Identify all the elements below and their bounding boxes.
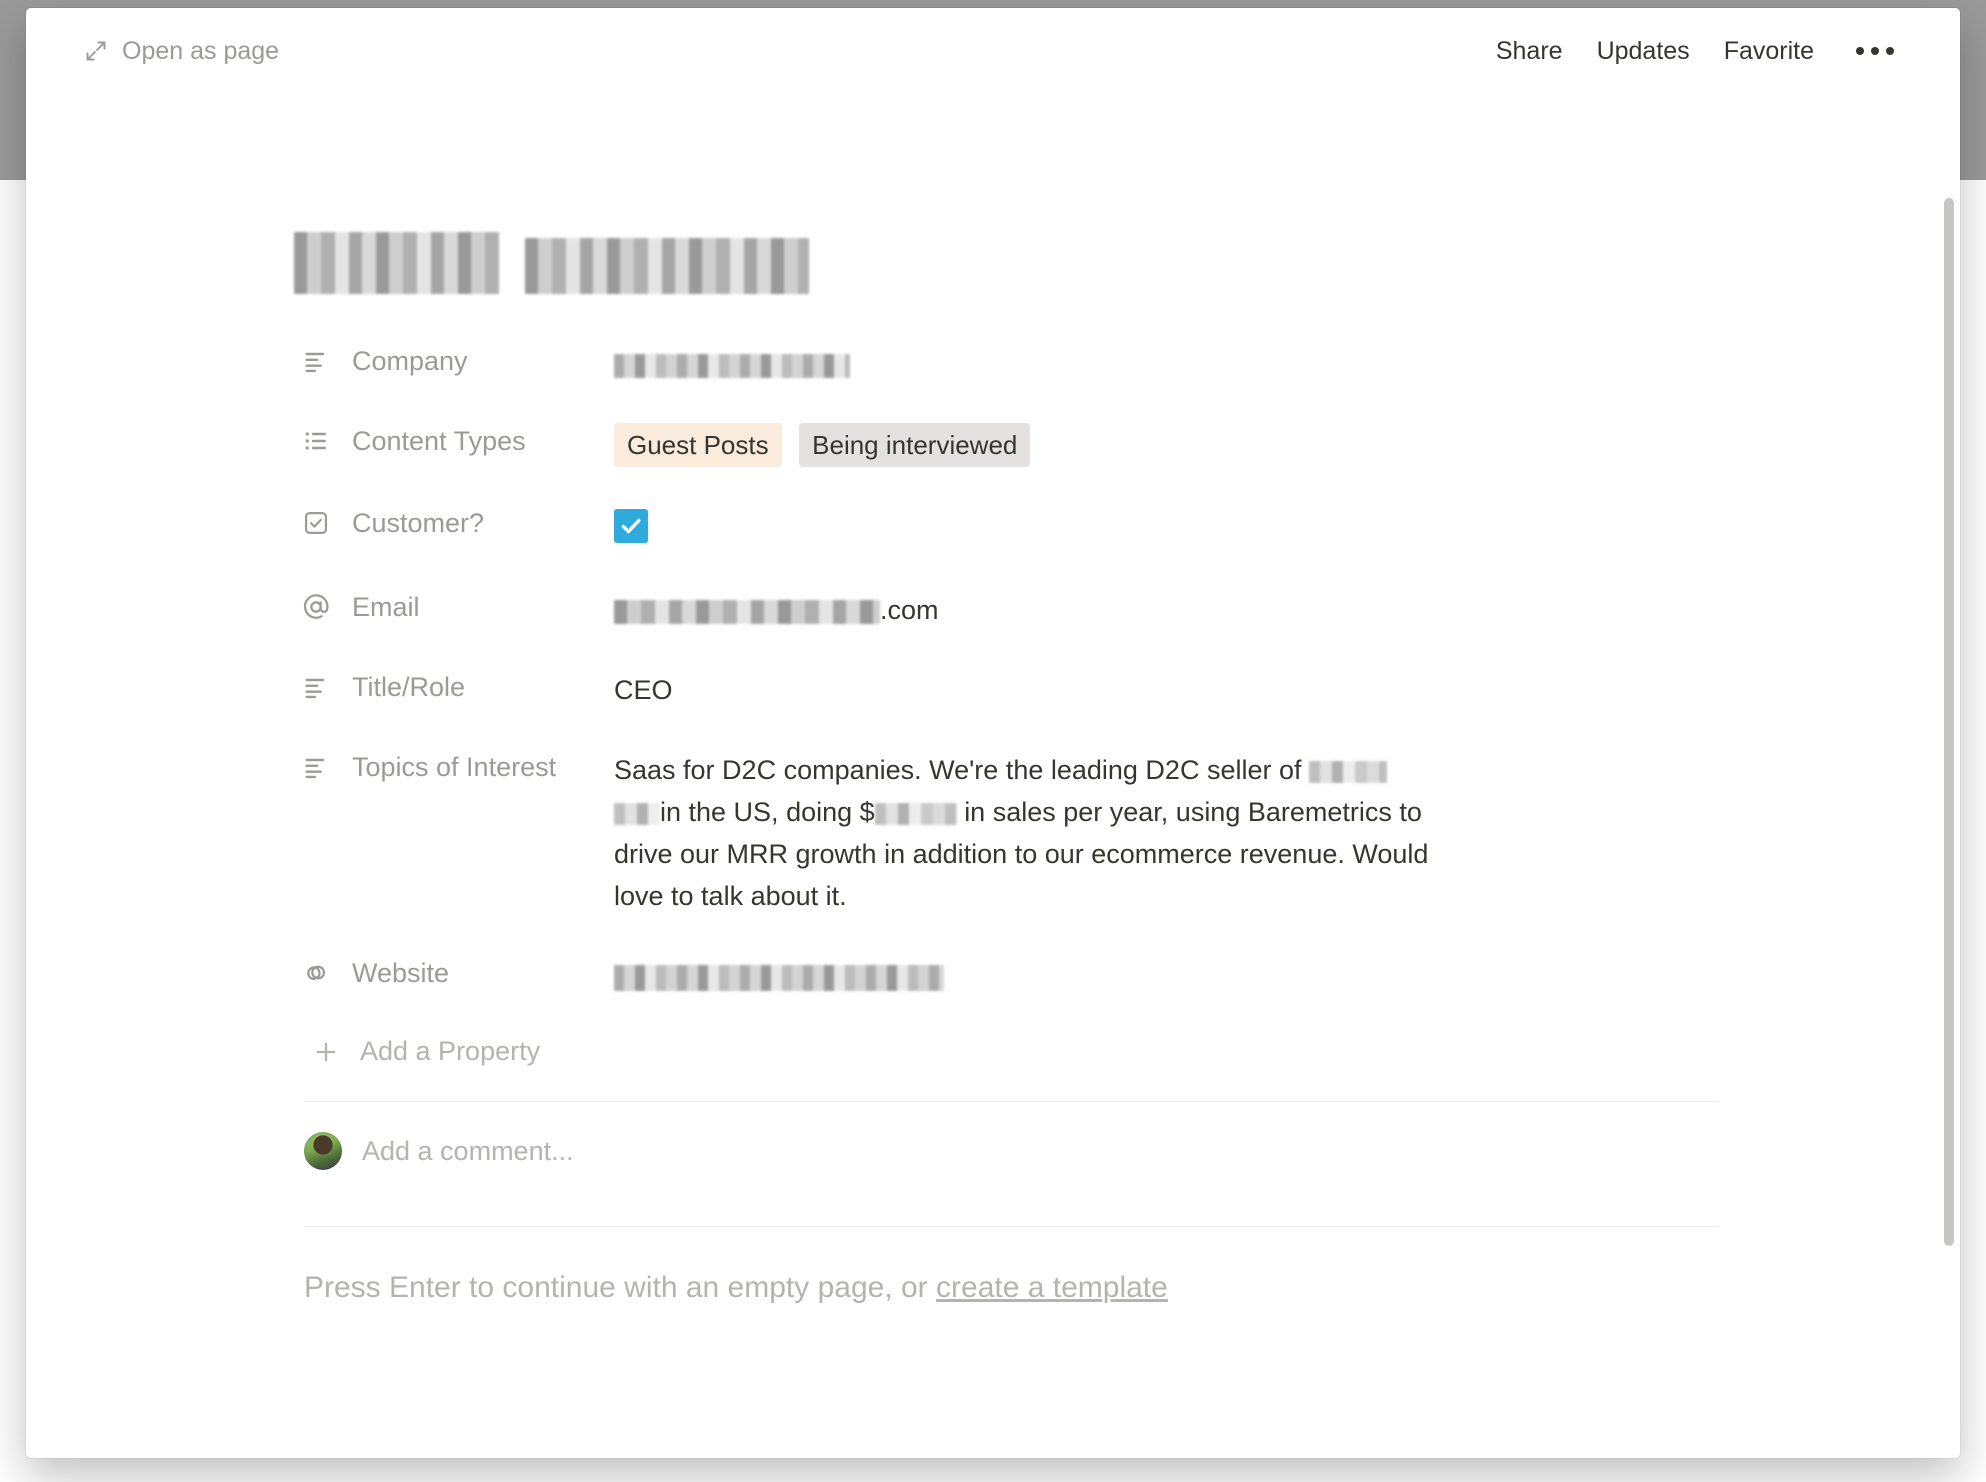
add-comment-placeholder: Add a comment... — [362, 1135, 574, 1166]
property-label-title-role[interactable]: Title/Role — [294, 662, 604, 712]
vertical-scrollbar[interactable] — [1944, 198, 1954, 1246]
property-row-email: Email .com — [294, 582, 1446, 638]
user-avatar — [304, 1132, 342, 1170]
topics-redaction-3 — [874, 802, 957, 825]
at-sign-icon — [302, 593, 330, 621]
property-row-company: Company — [294, 336, 1446, 392]
link-swirl-icon — [302, 959, 330, 987]
plus-icon — [312, 1038, 340, 1066]
updates-button[interactable]: Updates — [1583, 29, 1704, 74]
ellipsis-icon[interactable] — [1842, 35, 1908, 67]
add-property-label: Add a Property — [360, 1036, 541, 1066]
expand-arrows-icon — [84, 39, 108, 63]
property-label-customer[interactable]: Customer? — [294, 498, 604, 548]
topics-redaction-2 — [614, 802, 660, 825]
empty-page-hint: Press Enter to continue with an empty pa… — [294, 1227, 1446, 1305]
property-value-customer[interactable] — [604, 498, 1446, 558]
page-content: Company Content Types Guest Posts Being … — [26, 94, 1719, 1305]
open-as-page-label: Open as page — [122, 36, 280, 65]
bulleted-list-icon — [302, 427, 330, 455]
property-value-website[interactable] — [604, 948, 1446, 1004]
property-label-topics-of-interest[interactable]: Topics of Interest — [294, 742, 604, 792]
property-row-website: Website — [294, 948, 1446, 1004]
email-domain-suffix: .com — [880, 595, 939, 625]
open-as-page-button[interactable]: Open as page — [76, 31, 287, 72]
property-label-text: Customer? — [352, 507, 485, 538]
create-a-template-link[interactable]: create a template — [936, 1271, 1168, 1304]
property-list: Company Content Types Guest Posts Being … — [294, 336, 1446, 1004]
topics-text-segment-2: in the US, — [660, 797, 779, 827]
property-label-text: Topics of Interest — [352, 751, 557, 782]
property-label-text: Email — [352, 591, 420, 622]
property-label-text: Content Types — [352, 425, 526, 456]
page-title[interactable] — [294, 202, 1446, 294]
add-property-button[interactable]: Add a Property — [302, 1028, 622, 1075]
property-row-title-role: Title/Role CEO — [294, 662, 1446, 718]
customer-checkbox[interactable] — [614, 509, 648, 543]
property-row-customer: Customer? — [294, 498, 1446, 558]
company-redaction — [614, 353, 850, 378]
tag-being-interviewed[interactable]: Being interviewed — [799, 423, 1031, 467]
property-row-content-types: Content Types Guest Posts Being intervie… — [294, 416, 1446, 474]
checkbox-icon — [302, 509, 330, 537]
property-label-website[interactable]: Website — [294, 948, 604, 998]
property-value-title-role[interactable]: CEO — [604, 662, 1446, 718]
property-label-text: Company — [352, 345, 468, 376]
page-title-redaction-last — [525, 238, 809, 294]
page-title-redaction-first — [294, 232, 499, 294]
email-redaction — [614, 599, 880, 624]
property-value-topics-of-interest[interactable]: Saas for D2C companies. We're the leadin… — [604, 742, 1446, 924]
tag-guest-posts[interactable]: Guest Posts — [614, 423, 782, 467]
property-value-company[interactable] — [604, 336, 1446, 392]
property-label-company[interactable]: Company — [294, 336, 604, 386]
property-label-content-types[interactable]: Content Types — [294, 416, 604, 466]
property-value-content-types[interactable]: Guest Posts Being interviewed — [604, 416, 1446, 474]
topics-text-segment-3: doing $ — [786, 797, 875, 827]
add-comment-row[interactable]: Add a comment... — [294, 1102, 1446, 1200]
property-row-topics-of-interest: Topics of Interest Saas for D2C companie… — [294, 742, 1446, 924]
property-label-email[interactable]: Email — [294, 582, 604, 632]
peek-scroll-area: Company Content Types Guest Posts Being … — [26, 94, 1960, 1458]
topics-redaction-1 — [1309, 760, 1388, 783]
share-button[interactable]: Share — [1482, 29, 1577, 74]
peek-toolbar: Open as page Share Updates Favorite — [26, 8, 1960, 94]
property-value-email[interactable]: .com — [604, 582, 1446, 638]
favorite-button[interactable]: Favorite — [1710, 29, 1828, 74]
website-redaction — [614, 964, 944, 991]
peek-toolbar-actions: Share Updates Favorite — [1482, 29, 1908, 74]
page-peek-modal: Open as page Share Updates Favorite Comp… — [26, 8, 1960, 1458]
property-label-text: Website — [352, 957, 450, 988]
topics-text-segment-1: Saas for D2C companies. We're the leadin… — [614, 755, 1302, 785]
text-lines-icon — [302, 347, 330, 375]
empty-page-hint-text: Press Enter to continue with an empty pa… — [304, 1271, 937, 1304]
text-lines-icon — [302, 673, 330, 701]
text-lines-icon — [302, 753, 330, 781]
property-label-text: Title/Role — [352, 671, 466, 702]
